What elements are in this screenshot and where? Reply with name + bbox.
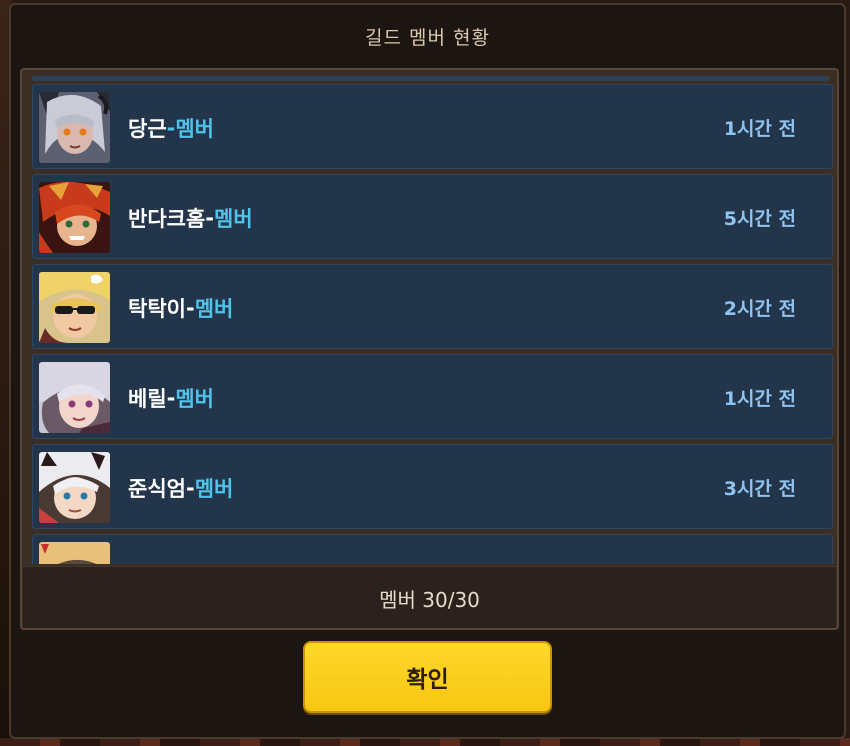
member-name: 당근 [128, 116, 167, 141]
member-avatar-icon [39, 362, 110, 433]
member-name: 베릴 [128, 386, 167, 411]
member-name-line: 베릴 - 멤버 [128, 355, 214, 440]
member-row[interactable]: 준식엄 - 멤버 3시간 전 [32, 444, 833, 529]
member-row[interactable]: 탁탁이 - 멤버 2시간 전 [32, 264, 833, 349]
member-role: 멤버 [175, 386, 214, 411]
member-avatar-icon [39, 182, 110, 253]
member-row[interactable]: 당근 - 멤버 1시간 전 [32, 84, 833, 169]
member-count-bar: 멤버 30/30 [23, 566, 836, 628]
background-bottom-edge [0, 738, 850, 746]
member-name: 준식엄 [128, 476, 186, 501]
member-role-separator: - [205, 205, 214, 230]
member-list-panel[interactable]: 당근 - 멤버 1시간 전 반다크홈 - 멤버 5시간 전 탁탁이 - 멤버 2… [20, 68, 839, 630]
member-row[interactable] [32, 534, 833, 564]
dialog-title: 길드 멤버 현황 [365, 26, 490, 49]
member-role: 멤버 [194, 296, 234, 321]
member-role-separator: - [166, 385, 176, 410]
member-row[interactable]: 반다크홈 - 멤버 5시간 전 [32, 174, 833, 259]
member-name-line: 준식엄 - 멤버 [128, 445, 233, 530]
member-avatar-icon [39, 542, 110, 564]
guild-member-dialog: 길드 멤버 현황 당근 - 멤버 1시간 전 반다크홈 - 멤버 5시간 전 탁… [9, 3, 846, 739]
member-role-separator: - [185, 475, 195, 500]
member-list[interactable]: 당근 - 멤버 1시간 전 반다크홈 - 멤버 5시간 전 탁탁이 - 멤버 2… [22, 70, 837, 564]
confirm-button[interactable]: 확인 [303, 641, 552, 713]
member-avatar-icon [39, 452, 110, 523]
member-role: 멤버 [175, 116, 214, 141]
member-role-separator: - [185, 295, 195, 320]
list-scroll-edge [32, 76, 829, 81]
member-role-separator: - [166, 115, 176, 140]
member-name-line: 탁탁이 - 멤버 [128, 265, 233, 350]
member-role: 멤버 [214, 206, 253, 231]
member-name: 탁탁이 [128, 296, 186, 321]
member-row[interactable]: 베릴 - 멤버 1시간 전 [32, 354, 833, 439]
member-name-line: 당근 - 멤버 [128, 85, 214, 170]
last-seen-time: 2시간 전 [723, 298, 796, 320]
member-avatar-icon [39, 272, 110, 343]
last-seen-time: 1시간 전 [723, 388, 796, 410]
last-seen-time: 5시간 전 [723, 208, 796, 230]
member-name-line: 반다크홈 - 멤버 [128, 175, 253, 260]
member-role: 멤버 [194, 476, 234, 501]
member-name: 반다크홈 [128, 206, 206, 231]
last-seen-time: 3시간 전 [723, 478, 796, 500]
last-seen-time: 1시간 전 [723, 118, 796, 140]
member-avatar-icon [39, 92, 110, 163]
